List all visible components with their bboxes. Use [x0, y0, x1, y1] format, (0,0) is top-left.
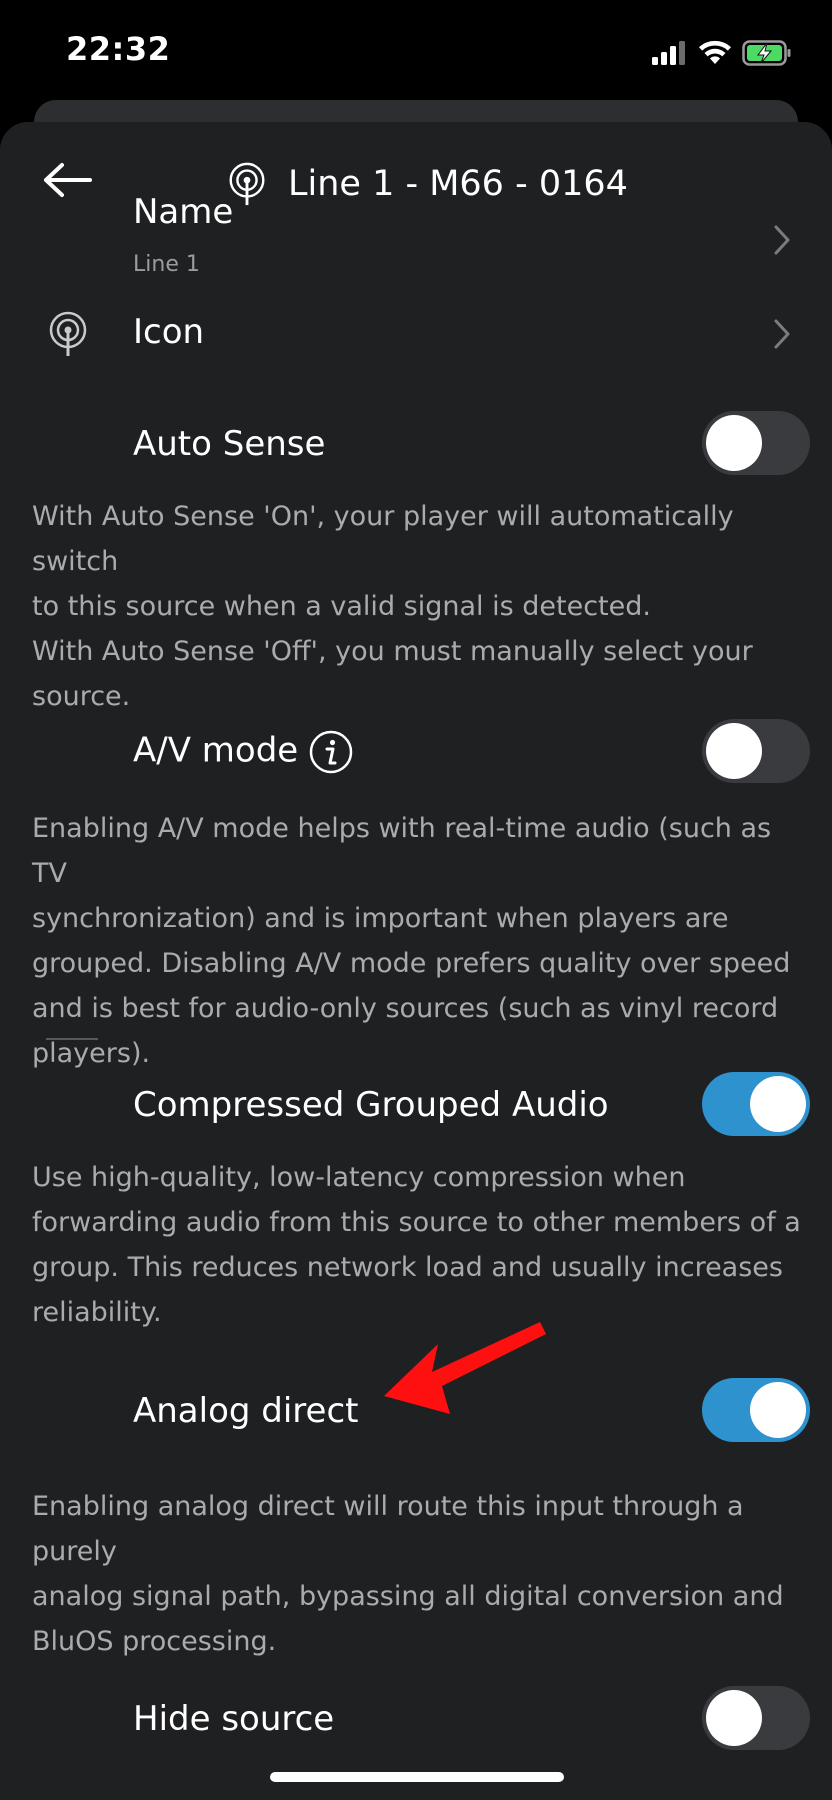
compressed-grouped-audio-label: Compressed Grouped Audio [133, 1085, 609, 1125]
analog-direct-toggle[interactable] [702, 1378, 810, 1442]
name-row-value: Line 1 [133, 252, 200, 277]
description-line: With Auto Sense 'Off', you must manually… [32, 636, 753, 667]
status-time: 22:32 [66, 30, 171, 68]
home-indicator [270, 1772, 564, 1782]
description-line: players). [32, 1038, 151, 1069]
back-button[interactable] [42, 156, 96, 204]
auto-sense-label: Auto Sense [133, 424, 326, 464]
description-line: group. This reduces network load and usu… [32, 1252, 783, 1283]
toggle-knob [706, 723, 762, 779]
icon-row-label: Icon [133, 312, 205, 352]
hide-source-toggle[interactable] [702, 1686, 810, 1750]
divider [46, 1038, 98, 1040]
hide-source-label: Hide source [133, 1699, 335, 1739]
description-line: to this source when a valid signal is de… [32, 591, 651, 622]
chevron-right-icon [774, 225, 790, 255]
description-line: source. [32, 681, 131, 712]
back-arrow-icon [44, 163, 92, 197]
toggle-knob [706, 1690, 762, 1746]
av-mode-label: A/V mode [133, 730, 299, 771]
battery-charging-icon [742, 40, 791, 66]
description-line: BluOS processing. [32, 1626, 277, 1657]
info-icon[interactable] [309, 730, 353, 774]
analog-direct-label: Analog direct [133, 1391, 359, 1431]
description-line: synchronization) and is important when p… [32, 903, 729, 934]
av-mode-toggle[interactable] [702, 719, 810, 783]
antenna-icon [49, 311, 87, 356]
description-line: grouped. Disabling A/V mode prefers qual… [32, 948, 791, 979]
analog-direct-description: Enabling analog direct will route this i… [32, 1484, 802, 1664]
chevron-right-icon [774, 319, 790, 349]
description-line: forwarding audio from this source to oth… [32, 1207, 801, 1238]
compressed-grouped-audio-description: Use high-quality, low-latency compressio… [32, 1155, 802, 1335]
compressed-grouped-audio-toggle[interactable] [702, 1072, 810, 1136]
status-bar: 22:32 [0, 0, 832, 100]
av-mode-row: A/V mode [133, 730, 353, 774]
header: Line 1 - M66 - 0164 [224, 158, 628, 210]
toggle-knob [750, 1382, 806, 1438]
description-line: Enabling A/V mode helps with real-time a… [32, 813, 772, 889]
toggle-knob [706, 415, 762, 471]
page-title: Line 1 - M66 - 0164 [288, 164, 628, 204]
cellular-signal-icon [652, 41, 685, 65]
name-row-label: Name [133, 192, 234, 232]
description-line: With Auto Sense 'On', your player will a… [32, 501, 734, 577]
auto-sense-description: With Auto Sense 'On', your player will a… [32, 494, 802, 719]
description-line: and is best for audio-only sources (such… [32, 993, 779, 1024]
av-mode-description: Enabling A/V mode helps with real-time a… [32, 806, 802, 1076]
toggle-knob [750, 1076, 806, 1132]
auto-sense-toggle[interactable] [702, 411, 810, 475]
description-line: analog signal path, bypassing all digita… [32, 1581, 784, 1612]
description-line: Enabling analog direct will route this i… [32, 1491, 744, 1567]
description-line: Use high-quality, low-latency compressio… [32, 1162, 686, 1193]
wifi-icon [699, 40, 731, 64]
annotation-arrow-icon [384, 1322, 546, 1414]
status-icons [652, 36, 792, 70]
